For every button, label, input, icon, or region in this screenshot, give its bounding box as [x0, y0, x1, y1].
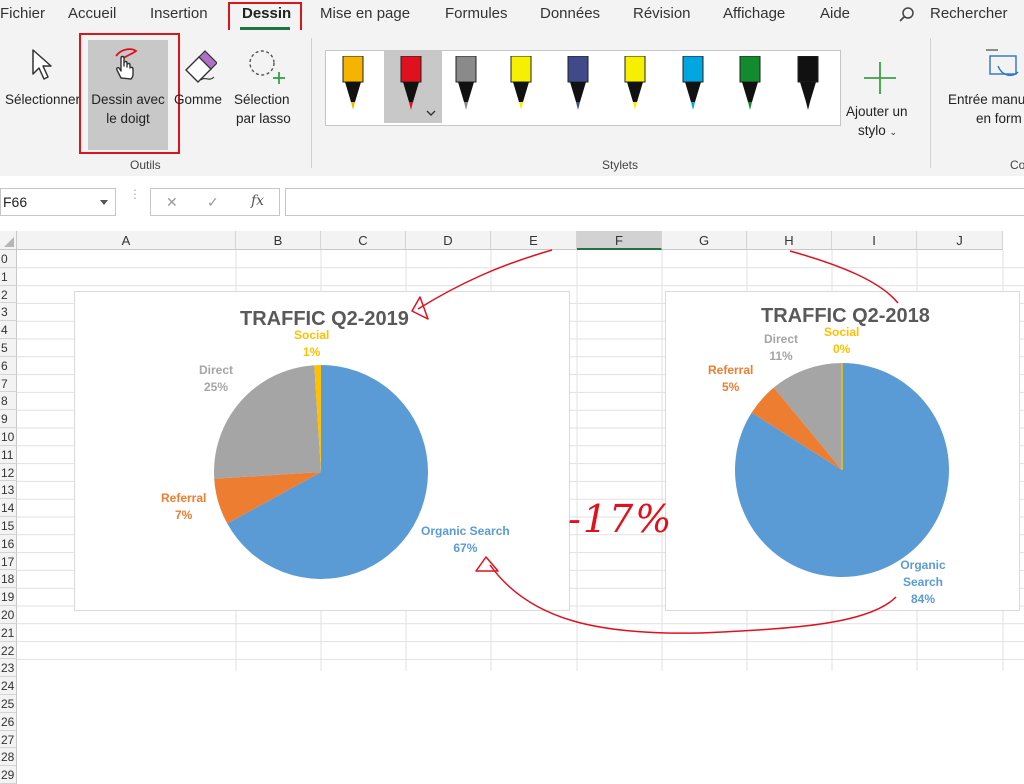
worksheet-grid[interactable]: ABCDEFGHIJ 0 1 2 3 4 5 6 7 8 9 10 11 12 13 14 15 16 17 18 1…: [0, 231, 1024, 784]
pen-4-icon[interactable]: [509, 56, 533, 116]
formula-bar: F66 ⋮ ✕ ✓ fx: [0, 176, 1024, 231]
chevron-down-icon[interactable]: [426, 110, 436, 117]
lasso-label-2: par lasso: [236, 111, 291, 126]
ink-form-label-1[interactable]: Entrée manu: [948, 90, 1024, 109]
tab-donnees[interactable]: Données: [540, 5, 600, 22]
name-box-dropdown-icon[interactable]: [100, 200, 108, 205]
lasso-select-icon[interactable]: [246, 48, 286, 88]
name-box[interactable]: F66: [0, 188, 116, 216]
pen-9-icon[interactable]: [796, 56, 820, 116]
add-pen-plus-icon[interactable]: [862, 60, 898, 96]
cancel-button[interactable]: ✕: [166, 194, 178, 211]
pen-3-icon[interactable]: [454, 56, 478, 116]
finger-draw-label-2: le doigt: [106, 111, 150, 126]
row-header-24[interactable]: 24: [0, 677, 17, 695]
tab-formules[interactable]: Formules: [445, 5, 508, 22]
ink-minus-17-percent[interactable]: -17%: [568, 497, 673, 541]
cursor-arrow-icon[interactable]: [30, 48, 56, 82]
ink-arrowhead-organic: [475, 556, 499, 572]
ribbon-tabs: Fichier Accueil Insertion Dessin Mise en…: [0, 0, 1024, 34]
pens-row: [325, 50, 839, 124]
lasso-label-1: Sélection: [234, 92, 290, 107]
formula-buttons: ✕ ✓ fx: [150, 188, 280, 216]
row-header-29[interactable]: 29: [0, 766, 17, 784]
add-pen-label-1[interactable]: Ajouter un: [846, 102, 908, 121]
pen-8-icon[interactable]: [738, 56, 762, 116]
eraser-label[interactable]: Gomme: [174, 90, 222, 109]
pen-1-icon[interactable]: [341, 56, 365, 116]
enter-button[interactable]: ✓: [207, 194, 219, 211]
group-divider: [311, 38, 312, 168]
select-label[interactable]: Sélectionner: [5, 90, 80, 109]
search-icon[interactable]: [898, 6, 916, 24]
pen-6-icon[interactable]: [623, 56, 647, 116]
tab-fichier[interactable]: Fichier: [0, 5, 45, 22]
tab-revision[interactable]: Révision: [633, 5, 691, 22]
row-header-25[interactable]: 25: [0, 695, 17, 713]
row-header-26[interactable]: 26: [0, 712, 17, 731]
ink-annotations[interactable]: [0, 231, 1024, 671]
search-label[interactable]: Rechercher: [930, 5, 1008, 22]
tab-affichage[interactable]: Affichage: [723, 5, 785, 22]
row-header-27[interactable]: 27: [0, 730, 17, 749]
pens-group-label: Stylets: [602, 158, 639, 172]
group-divider-2: [930, 38, 931, 168]
tab-accueil[interactable]: Accueil: [68, 5, 116, 22]
ink-arc-bottom: [489, 564, 897, 634]
ink-to-shape-icon[interactable]: [984, 46, 1024, 86]
formula-bar-grip: ⋮: [129, 187, 141, 201]
name-box-value: F66: [3, 194, 28, 210]
pen-7-icon[interactable]: [681, 56, 705, 116]
tab-mise-en-page[interactable]: Mise en page: [320, 5, 410, 22]
tab-insertion[interactable]: Insertion: [150, 5, 208, 22]
insert-function-button[interactable]: fx: [251, 193, 264, 209]
pen-5-icon[interactable]: [566, 56, 590, 116]
ink-arrow-to-2019-title: [417, 249, 553, 310]
finger-draw-label-1: Dessin avec: [91, 92, 165, 107]
ribbon-panel: Sélectionner Dessin avec le doigt Gomme …: [0, 30, 1024, 177]
tools-group-label: Outils: [130, 158, 161, 172]
row-header-28[interactable]: 28: [0, 748, 17, 767]
ink-form-label-2: en form: [976, 111, 1022, 126]
add-pen-label-2: stylo ⌄: [858, 123, 898, 138]
formula-input[interactable]: [285, 188, 1024, 216]
eraser-icon[interactable]: [181, 50, 217, 84]
convert-group-label: Co: [1010, 158, 1024, 172]
ink-arc-top: [789, 250, 899, 304]
tab-aide[interactable]: Aide: [820, 5, 850, 22]
pen-2-icon[interactable]: [399, 56, 423, 116]
finger-draw-icon: [115, 48, 138, 80]
